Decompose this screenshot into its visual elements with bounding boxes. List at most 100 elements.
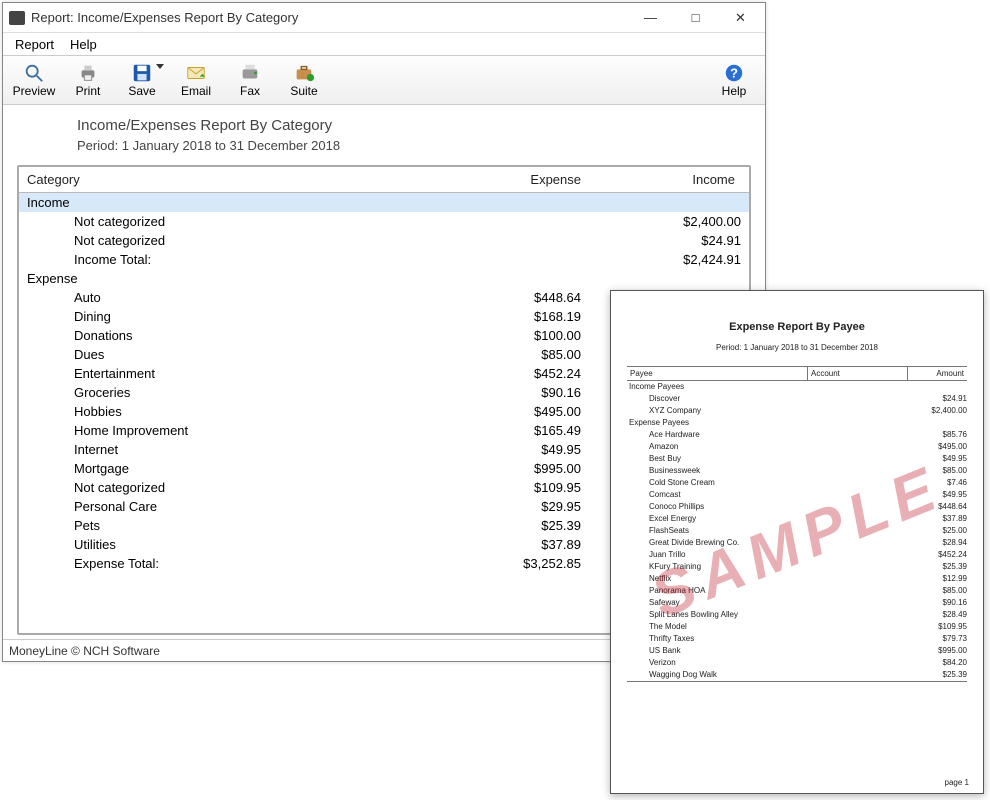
cell-expense: $448.64	[449, 288, 589, 307]
report-period: Period: 1 January 2018 to 31 December 20…	[17, 136, 751, 165]
cell-expense: $100.00	[449, 326, 589, 345]
suite-label: Suite	[290, 84, 317, 98]
sample-row: Netflix$12.99	[627, 573, 967, 585]
cell-category: Home Improvement	[19, 421, 449, 440]
cell-category: Expense Total:	[19, 554, 449, 573]
svg-text:?: ?	[730, 66, 738, 81]
cell-expense: $452.24	[449, 364, 589, 383]
col-expense[interactable]: Expense	[449, 167, 589, 192]
help-button[interactable]: ? Help	[707, 57, 761, 103]
cell-category: Entertainment	[19, 364, 449, 383]
cell-expense	[449, 269, 589, 288]
sample-grid: Payee Account Amount Income PayeesDiscov…	[627, 366, 967, 682]
cell-category: Not categorized	[19, 478, 449, 497]
cell-income: $2,400.00	[589, 212, 749, 231]
sample-col-payee: Payee	[627, 367, 807, 380]
cell-expense: $25.39	[449, 516, 589, 535]
sample-page-number: page 1	[945, 778, 969, 787]
cell-expense	[449, 250, 589, 269]
cell-category: Dining	[19, 307, 449, 326]
table-row[interactable]: Income Total: $2,424.91	[19, 250, 749, 269]
sample-row: Great Divide Brewing Co.$28.94	[627, 537, 967, 549]
app-icon	[9, 11, 25, 25]
sample-row: Best Buy$49.95	[627, 453, 967, 465]
cell-expense	[449, 212, 589, 231]
magnifier-icon	[21, 62, 47, 84]
cell-category: Internet	[19, 440, 449, 459]
cell-category: Dues	[19, 345, 449, 364]
cell-expense: $49.95	[449, 440, 589, 459]
sample-row: Safeway$90.16	[627, 597, 967, 609]
table-row[interactable]: Not categorized $24.91	[19, 231, 749, 250]
report-title: Income/Expenses Report By Category	[17, 115, 751, 136]
grid-header: Category Expense Income	[19, 167, 749, 193]
sample-row: Wagging Dog Walk$25.39	[627, 669, 967, 681]
sample-row: XYZ Company$2,400.00	[627, 405, 967, 417]
sample-report: SAMPLE Expense Report By Payee Period: 1…	[610, 290, 984, 794]
sample-row: Income Payees	[627, 381, 967, 393]
col-income[interactable]: Income	[589, 167, 749, 192]
window-title: Report: Income/Expenses Report By Catego…	[31, 10, 628, 25]
sample-row: Conoco Phillips$448.64	[627, 501, 967, 513]
sample-row: Businessweek$85.00	[627, 465, 967, 477]
cell-expense	[449, 193, 589, 212]
table-row[interactable]: Not categorized $2,400.00	[19, 212, 749, 231]
fax-icon	[237, 62, 263, 84]
sample-row: US Bank$995.00	[627, 645, 967, 657]
cell-category: Not categorized	[19, 231, 449, 250]
sample-row: Cold Stone Cream$7.46	[627, 477, 967, 489]
menu-report[interactable]: Report	[7, 35, 62, 54]
floppy-icon	[129, 62, 155, 84]
cell-category: Income	[19, 193, 449, 212]
sample-title: Expense Report By Payee	[627, 321, 967, 333]
cell-category: Auto	[19, 288, 449, 307]
printer-icon	[75, 62, 101, 84]
cell-expense: $168.19	[449, 307, 589, 326]
cell-expense: $37.89	[449, 535, 589, 554]
close-button[interactable]: ✕	[718, 4, 763, 32]
title-bar: Report: Income/Expenses Report By Catego…	[3, 3, 765, 33]
sample-row: Thrifty Taxes$79.73	[627, 633, 967, 645]
table-row[interactable]: Income	[19, 193, 749, 212]
print-label: Print	[76, 84, 101, 98]
email-button[interactable]: Email	[169, 57, 223, 103]
sample-row: Discover$24.91	[627, 393, 967, 405]
col-category[interactable]: Category	[19, 167, 449, 192]
save-button[interactable]: Save	[115, 57, 169, 103]
briefcase-icon	[291, 62, 317, 84]
cell-expense: $495.00	[449, 402, 589, 421]
sample-row: Amazon$495.00	[627, 441, 967, 453]
sample-row: KFury Training$25.39	[627, 561, 967, 573]
envelope-icon	[183, 62, 209, 84]
maximize-button[interactable]: □	[673, 4, 718, 32]
cell-category: Not categorized	[19, 212, 449, 231]
cell-expense	[449, 231, 589, 250]
suite-button[interactable]: Suite	[277, 57, 331, 103]
preview-button[interactable]: Preview	[7, 57, 61, 103]
menu-bar: Report Help	[3, 33, 765, 55]
sample-row: Comcast$49.95	[627, 489, 967, 501]
cell-category: Personal Care	[19, 497, 449, 516]
print-button[interactable]: Print	[61, 57, 115, 103]
cell-category: Income Total:	[19, 250, 449, 269]
preview-label: Preview	[13, 84, 56, 98]
cell-income: $2,424.91	[589, 250, 749, 269]
cell-category: Expense	[19, 269, 449, 288]
chevron-down-icon[interactable]	[156, 64, 164, 69]
cell-expense: $85.00	[449, 345, 589, 364]
cell-income: $24.91	[589, 231, 749, 250]
table-row[interactable]: Expense	[19, 269, 749, 288]
fax-button[interactable]: Fax	[223, 57, 277, 103]
cell-income	[589, 269, 749, 288]
sample-period: Period: 1 January 2018 to 31 December 20…	[627, 343, 967, 352]
menu-help[interactable]: Help	[62, 35, 105, 54]
cell-expense: $165.49	[449, 421, 589, 440]
save-label: Save	[128, 84, 155, 98]
minimize-button[interactable]: ―	[628, 4, 673, 32]
fax-label: Fax	[240, 84, 260, 98]
cell-expense: $3,252.85	[449, 554, 589, 573]
sample-row: Split Lanes Bowling Alley$28.49	[627, 609, 967, 621]
cell-category: Mortgage	[19, 459, 449, 478]
sample-row: Ace Hardware$85.76	[627, 429, 967, 441]
cell-expense: $90.16	[449, 383, 589, 402]
